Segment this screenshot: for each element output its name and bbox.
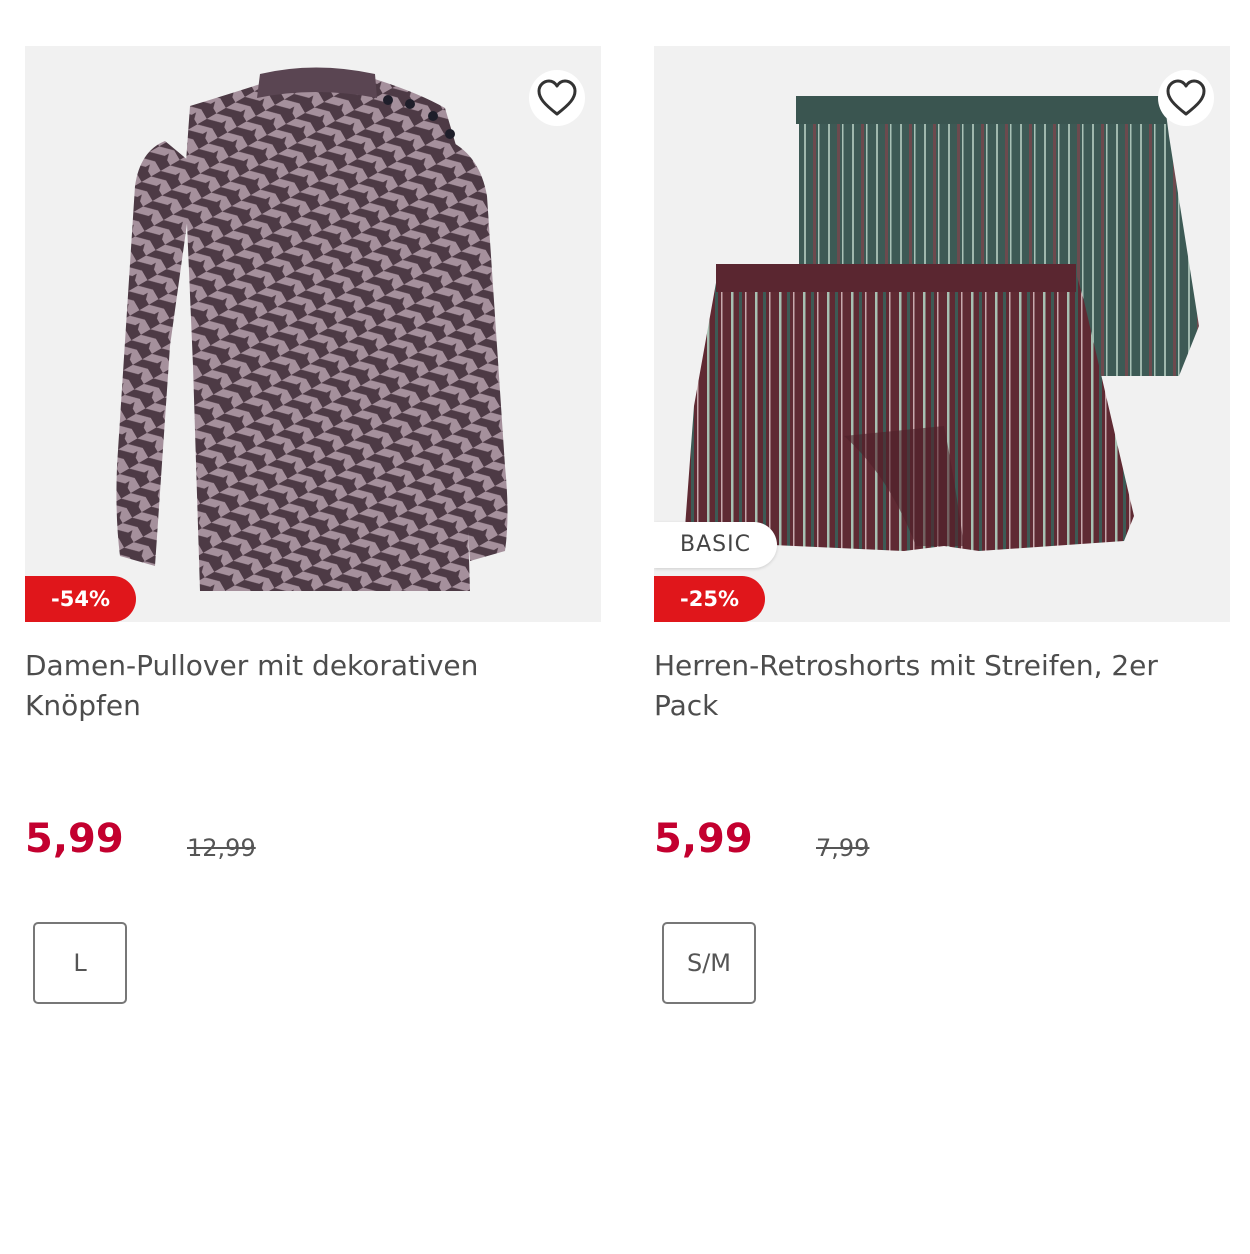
pullover-image xyxy=(116,67,508,591)
old-price: 7,99 xyxy=(816,834,870,862)
basic-badge: BASIC xyxy=(654,522,777,568)
size-option-s-m[interactable]: S/M xyxy=(662,922,756,1004)
product-image-pullover[interactable]: -54% xyxy=(25,46,601,622)
favorite-button[interactable] xyxy=(1158,70,1214,126)
current-price: 5,99 xyxy=(654,816,753,862)
size-option-l[interactable]: L xyxy=(33,922,127,1004)
current-price: 5,99 xyxy=(25,816,124,862)
product-card-pullover[interactable]: -54% Damen-Pullover mit dekorativen Knöp… xyxy=(25,46,601,876)
product-title[interactable]: Damen-Pullover mit dekorativen Knöpfen xyxy=(25,646,601,766)
discount-badge: -54% xyxy=(25,576,136,622)
favorite-button[interactable] xyxy=(529,70,585,126)
discount-badge: -25% xyxy=(654,576,765,622)
heart-outline-icon xyxy=(537,79,577,116)
heart-outline-icon xyxy=(1166,79,1206,116)
price-row: 5,99 12,99 xyxy=(25,816,601,876)
product-card-retroshorts[interactable]: BASIC -25% Herren-Retroshorts mit Streif… xyxy=(654,46,1230,876)
price-row: 5,99 7,99 xyxy=(654,816,1230,876)
old-price: 12,99 xyxy=(187,834,256,862)
product-image-retroshorts[interactable]: BASIC -25% xyxy=(654,46,1230,622)
product-title[interactable]: Herren-Retroshorts mit Streifen, 2er Pac… xyxy=(654,646,1230,766)
